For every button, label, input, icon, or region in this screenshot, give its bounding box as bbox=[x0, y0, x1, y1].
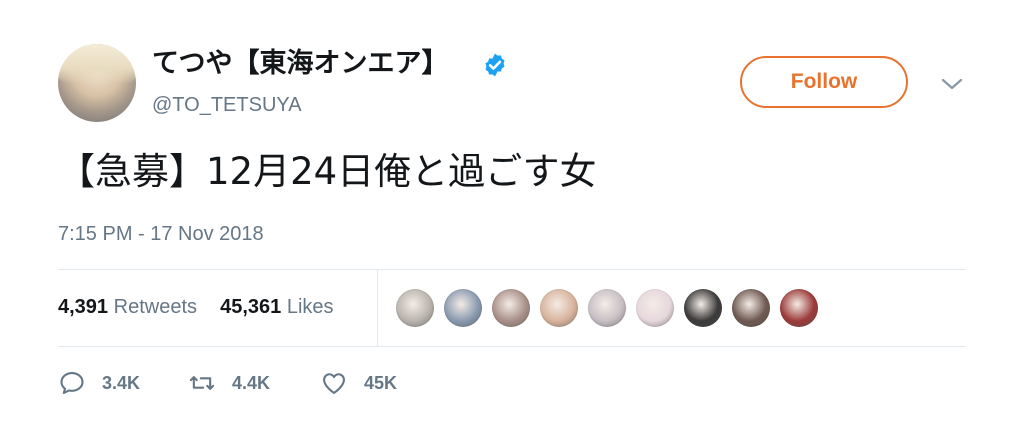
liker-avatar[interactable] bbox=[492, 289, 530, 327]
like-button[interactable]: 45K bbox=[320, 369, 397, 397]
liker-avatar[interactable] bbox=[540, 289, 578, 327]
chevron-down-icon[interactable] bbox=[940, 76, 964, 92]
reply-icon bbox=[60, 372, 84, 394]
tweet-text: 【急募】12月24日俺と過ごす女 bbox=[58, 150, 597, 193]
retweets-count: 4,391 bbox=[58, 296, 109, 318]
likes-stat[interactable]: 45,361 Likes bbox=[220, 296, 333, 318]
likes-count: 45,361 bbox=[220, 296, 282, 318]
liker-avatar[interactable] bbox=[732, 289, 770, 327]
retweet-count: 4.4K bbox=[232, 372, 271, 393]
reply-button[interactable]: 3.4K bbox=[58, 369, 188, 397]
verified-icon bbox=[485, 53, 505, 77]
retweet-button[interactable]: 4.4K bbox=[188, 369, 320, 397]
liker-avatar[interactable] bbox=[684, 289, 722, 327]
display-name[interactable]: てつや【東海オンエア】 bbox=[152, 44, 448, 84]
retweet-icon bbox=[189, 376, 215, 390]
liker-avatar[interactable] bbox=[780, 289, 818, 327]
user-handle[interactable]: @TO_TETSUYA bbox=[152, 91, 302, 119]
retweets-stat[interactable]: 4,391 Retweets bbox=[58, 296, 203, 318]
like-count: 45K bbox=[364, 372, 398, 393]
retweets-label: Retweets bbox=[113, 296, 197, 318]
liker-avatar[interactable] bbox=[396, 289, 434, 327]
likes-label: Likes bbox=[286, 296, 334, 318]
tweet-timestamp[interactable]: 7:15 PM - 17 Nov 2018 bbox=[58, 220, 264, 248]
engagement-stats: 4,391 Retweets 45,361 Likes bbox=[58, 293, 334, 321]
like-icon bbox=[323, 373, 345, 394]
tweet-actions: 3.4K 4.4K 45K bbox=[58, 367, 397, 399]
divider-top bbox=[58, 269, 966, 270]
liker-avatar[interactable] bbox=[636, 289, 674, 327]
follow-button[interactable]: Follow bbox=[740, 56, 908, 108]
liker-avatar[interactable] bbox=[444, 289, 482, 327]
reply-count: 3.4K bbox=[102, 372, 141, 393]
divider-bottom bbox=[58, 346, 966, 347]
avatar-hair bbox=[58, 44, 136, 84]
divider-vertical bbox=[377, 270, 378, 346]
liker-avatar[interactable] bbox=[588, 289, 626, 327]
avatar[interactable] bbox=[58, 44, 136, 122]
liker-avatars bbox=[396, 289, 828, 327]
